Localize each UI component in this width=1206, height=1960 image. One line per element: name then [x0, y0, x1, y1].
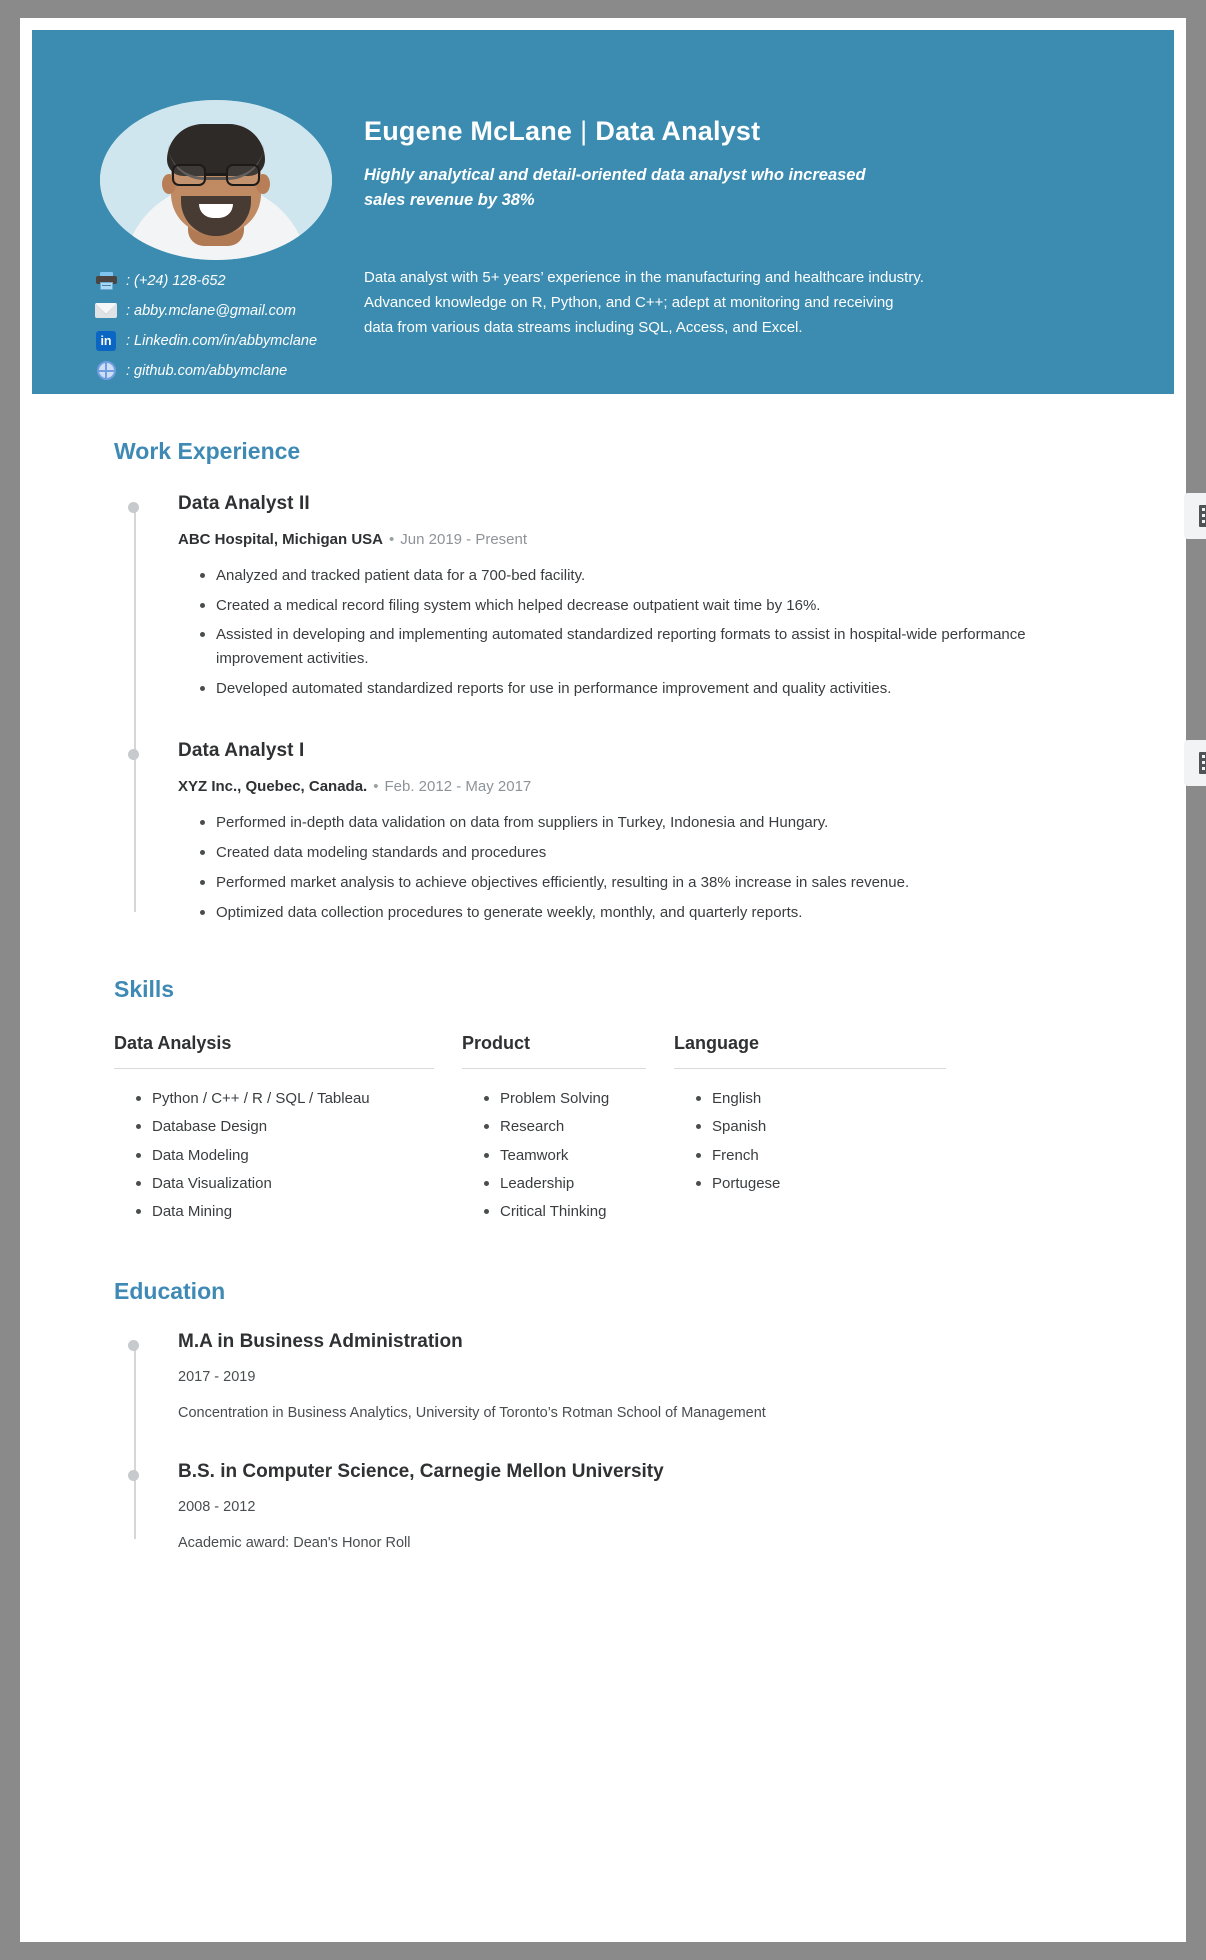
timeline-dot [128, 502, 139, 513]
job-separator: • [373, 778, 379, 796]
education-description: Concentration in Business Analytics, Uni… [178, 1405, 766, 1422]
contact-email-text: : abby.mclane@gmail.com [126, 302, 296, 319]
skill-items: Problem Solving Research Teamwork Leader… [462, 1087, 646, 1223]
skill-item: French [696, 1144, 946, 1167]
timeline-dot [128, 1340, 139, 1352]
skill-item: Data Modeling [136, 1144, 434, 1167]
skill-item: Problem Solving [484, 1087, 646, 1110]
job-meta: XYZ Inc., Quebec, Canada. • Feb. 2012 - Ma… [178, 778, 1174, 795]
building-icon [1198, 505, 1206, 527]
education-description: Academic award: Dean's Honor Roll [178, 1535, 411, 1552]
company-badge [1184, 740, 1206, 787]
education-degree: M.A in Business Administration [178, 1331, 463, 1353]
job-bullet: Optimized data collection procedures to … [200, 901, 1046, 925]
skill-item: Portugese [696, 1172, 946, 1195]
job-separator: • [389, 531, 395, 548]
skill-column-data-analysis: Data Analysis Python / C++ / R / SQL / T… [114, 1033, 462, 1228]
job-bullet: Created data modeling standards and proc… [200, 841, 1046, 865]
timeline-dot [128, 749, 139, 761]
timeline-line [134, 1341, 136, 1540]
candidate-role: Data Analyst [595, 116, 761, 146]
company-badge [1184, 493, 1206, 539]
job-meta: ABC Hospital, Michigan USA • Jun 2019 - Pr… [178, 531, 1174, 548]
linkedin-icon-label: in [96, 330, 116, 351]
skill-item: Teamwork [484, 1144, 646, 1167]
job-bullet: Performed in-depth data validation on da… [200, 811, 1046, 835]
education-degree: B.S. in Computer Science, Carnegie Mello… [178, 1461, 664, 1483]
printer-icon [94, 271, 118, 291]
skill-item: Python / C++ / R / SQL / Tableau [136, 1087, 434, 1110]
job-dates: Jun 2019 - Present [400, 531, 528, 548]
resume-body: Work Experience Data Analyst II ABC Hosp… [20, 438, 1206, 1551]
skill-column-language: Language English Spanish French Portuges… [674, 1033, 974, 1228]
job-bullet: Analyzed and tracked patient data for a … [200, 564, 1046, 588]
candidate-summary: Data analyst with 5+ years’ experience i… [364, 269, 924, 336]
education-years: 2008 - 2012 [178, 1499, 256, 1516]
avatar [100, 100, 332, 260]
skill-item: Spanish [696, 1115, 946, 1138]
job-bullet: Created a medical record filing system w… [200, 594, 1046, 618]
job-company: ABC Hospital, Michigan USA [178, 531, 384, 548]
profile-photo [100, 100, 332, 260]
work-item: Data Analyst I XYZ Inc., Quebec, Canada.… [128, 740, 1206, 924]
skill-item: Critical Thinking [484, 1200, 646, 1223]
resume-header: Eugene McLane | Data Analyst Highly analyt… [32, 30, 1174, 394]
section-title-education: Education [114, 1278, 226, 1305]
timeline-dot [128, 1470, 139, 1482]
glasses-lens-left [172, 164, 206, 186]
job-title: Data Analyst II [178, 493, 310, 514]
contact-item-linkedin[interactable]: in : Linkedin.com/in/abbymclane [94, 328, 364, 353]
building-icon [1198, 752, 1206, 775]
glasses-bridge [206, 173, 226, 176]
contact-item-email[interactable]: : abby.mclane@gmail.com [94, 298, 364, 323]
title-divider: | [580, 116, 588, 146]
education-years: 2017 - 2019 [178, 1369, 256, 1386]
work-experience-timeline: Data Analyst II ABC Hospital, Michigan U… [122, 493, 1206, 924]
skill-item: Data Visualization [136, 1172, 434, 1195]
candidate-name: Eugene McLane [364, 116, 573, 146]
skill-item: English [696, 1087, 946, 1110]
skill-item: Research [484, 1115, 646, 1138]
skill-item: Database Design [136, 1115, 434, 1138]
section-title-work-experience: Work Experience [114, 438, 301, 464]
job-bullet: Performed market analysis to achieve obj… [200, 871, 1046, 895]
skill-column-heading: Data Analysis [114, 1033, 434, 1070]
job-company: XYZ Inc., Quebec, Canada. [178, 778, 368, 796]
globe-icon [94, 361, 118, 381]
linkedin-icon: in [94, 330, 118, 351]
contact-linkedin-text: : Linkedin.com/in/abbymclane [126, 332, 318, 349]
skills-grid: Data Analysis Python / C++ / R / SQL / T… [114, 1033, 1174, 1228]
education-item: M.A in Business Administration 2017 - 20… [128, 1331, 1174, 1422]
contact-list: : (+24) 128-652 : abby.mclane@gmail.com … [94, 268, 364, 388]
photo-glasses [172, 164, 260, 186]
email-icon [94, 301, 118, 321]
candidate-tagline: Highly analytical and detail-oriented da… [364, 166, 866, 209]
job-bullets: Performed in-depth data validation on da… [178, 811, 1174, 924]
job-bullets: Analyzed and tracked patient data for a … [178, 564, 1174, 700]
skill-column-product: Product Problem Solving Research Teamwor… [462, 1033, 674, 1228]
job-bullet: Assisted in developing and implementing … [200, 623, 1046, 670]
skill-column-heading: Product [462, 1033, 646, 1070]
page-title: Eugene McLane | Data Analyst [364, 116, 964, 147]
job-title: Data Analyst I [178, 740, 305, 762]
contact-item-phone[interactable]: : (+24) 128-652 [94, 268, 364, 293]
skill-items: English Spanish French Portugese [674, 1087, 946, 1195]
contact-item-website[interactable]: : github.com/abbymclane [94, 358, 364, 383]
work-item: Data Analyst II ABC Hospital, Michigan U… [128, 493, 1206, 700]
skill-item: Data Mining [136, 1200, 434, 1223]
skill-item: Leadership [484, 1172, 646, 1195]
header-identity: Eugene McLane | Data Analyst Highly analyt… [364, 116, 964, 213]
job-dates: Feb. 2012 - May 2017 [384, 778, 532, 796]
job-bullet: Developed automated standardized reports… [200, 677, 1046, 701]
glasses-lens-right [226, 164, 260, 186]
section-title-skills: Skills [114, 976, 175, 1003]
education-timeline: M.A in Business Administration 2017 - 20… [122, 1331, 1174, 1551]
timeline-line [134, 503, 136, 913]
contact-website-text: : github.com/abbymclane [126, 362, 288, 379]
resume-page: Eugene McLane | Data Analyst Highly analyt… [20, 18, 1206, 1942]
contact-phone-text: : (+24) 128-652 [126, 272, 226, 289]
skill-column-heading: Language [674, 1033, 946, 1070]
skill-items: Python / C++ / R / SQL / Tableau Databas… [114, 1087, 434, 1223]
education-item: B.S. in Computer Science, Carnegie Mello… [128, 1461, 1174, 1552]
